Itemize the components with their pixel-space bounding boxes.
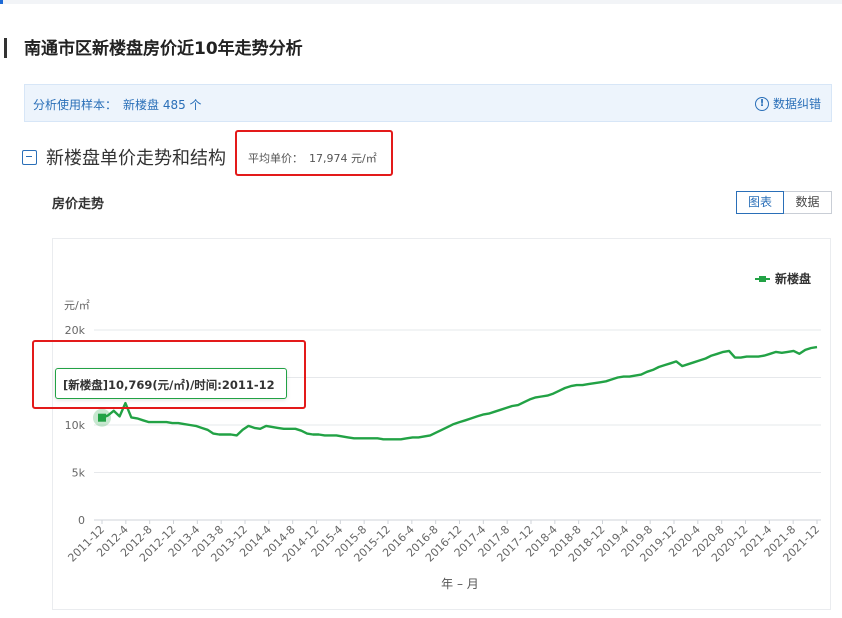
data-correction-label: 数据纠错 [772,97,821,111]
info-bar: 分析使用样本： 新楼盘 485 个 ! 数据纠错 [24,84,832,122]
chart-panel-label: 房价走势 [52,197,105,212]
avg-price-label: 平均单价： [248,152,303,165]
average-price-box: 平均单价： 17,974 元/㎡ [235,130,393,176]
sample-value: 新楼盘 485 个 [123,98,202,112]
section-header: 新楼盘单价走势和结构 [22,144,226,170]
data-tooltip: [新楼盘]10,769(元/㎡)/时间:2011-12 [55,368,287,399]
page-title: 南通市区新楼盘房价近10年走势分析 [24,39,303,59]
view-toggle: 图表 数据 [736,191,832,214]
info-circle-icon: ! [754,96,769,111]
chart-view-button[interactable]: 图表 [736,191,784,214]
collapse-icon[interactable] [22,149,37,165]
data-correction-link[interactable]: ! 数据纠错 [754,95,821,112]
sample-label: 分析使用样本： [33,98,118,112]
title-accent-bar [4,38,7,58]
sample-info: 分析使用样本： 新楼盘 485 个 [33,96,202,113]
section-title: 新楼盘单价走势和结构 [46,148,226,169]
top-strip [0,0,842,4]
data-view-button[interactable]: 数据 [784,191,832,214]
chart-container [52,238,831,610]
active-tab-marker [0,0,3,4]
avg-price-value: 17,974 元/㎡ [309,152,377,165]
